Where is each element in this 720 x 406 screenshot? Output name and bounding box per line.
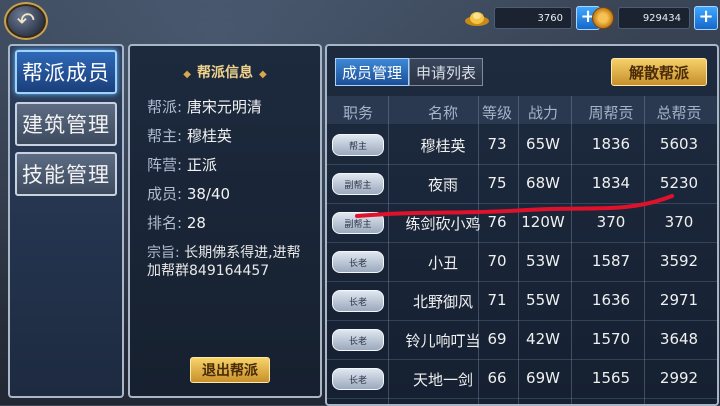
member-total-contribution: 3648: [659, 330, 699, 348]
member-weekly-contribution: 370: [596, 213, 626, 231]
guild-info-panel: ◆ 帮派信息 ◆ 帮派: 唐宋元明清 帮主: 穆桂英 阵营: 正派 成员: 38/4…: [128, 44, 322, 398]
guild-info-title: ◆ 帮派信息 ◆: [183, 65, 267, 81]
guild-faction-row: 阵营: 正派: [147, 156, 217, 174]
member-total-contribution: 3592: [659, 252, 699, 270]
gold-amount: 3760: [494, 7, 572, 29]
role-badge[interactable]: 副帮主: [332, 212, 384, 234]
table-row[interactable]: 副帮主 练剑砍小鸡 76 120W 370 370: [327, 204, 717, 243]
header-total-contribution: 总帮贡: [656, 104, 702, 122]
exit-guild-button[interactable]: 退出帮派: [190, 357, 270, 383]
table-header: 职务 名称 等级 战力 周帮贡 总帮贡: [327, 96, 717, 124]
role-badge[interactable]: 长老: [332, 251, 384, 273]
member-level: 73: [487, 135, 507, 153]
member-panel: 成员管理 申请列表 解散帮派 职务 名称 等级 战力 周帮贡 总帮贡 帮主 穆桂英…: [325, 44, 719, 406]
table-row[interactable]: 帮主 穆桂英 73 65W 1836 5603: [327, 126, 717, 165]
member-total-contribution: 2971: [659, 291, 699, 309]
member-weekly-contribution: 1570: [591, 330, 631, 348]
header-role: 职务: [342, 104, 373, 122]
member-level: 71: [487, 291, 507, 309]
member-power: 68W: [526, 174, 560, 192]
member-total-contribution: 370: [664, 213, 694, 231]
guild-menu: 帮派成员 建筑管理 技能管理: [8, 44, 124, 398]
member-level: 70: [487, 252, 507, 270]
member-total-contribution: 5603: [659, 135, 699, 153]
table-row[interactable]: 长老 小丑 70 53W 1587 3592: [327, 243, 717, 282]
copper-amount: 929434: [618, 7, 690, 29]
gold-currency: 3760 +: [464, 6, 600, 30]
copper-coin-icon: [592, 7, 614, 29]
header-power: 战力: [527, 104, 558, 122]
member-level: 76: [487, 213, 507, 231]
header-level: 等级: [481, 104, 512, 122]
header-weekly-contribution: 周帮贡: [588, 104, 634, 122]
guild-rank-row: 排名: 28: [147, 214, 206, 232]
member-power: 53W: [526, 252, 560, 270]
tab-member-management[interactable]: 成员管理: [335, 58, 410, 86]
member-level: 66: [487, 369, 507, 387]
member-total-contribution: 2992: [659, 369, 699, 387]
gold-ingot-icon: [465, 12, 489, 26]
table-row[interactable]: 副帮主 夜雨 75 68W 1834 5230: [327, 165, 717, 204]
member-total-contribution: 5230: [659, 174, 699, 192]
member-tabs: 成员管理 申请列表: [335, 58, 484, 86]
member-weekly-contribution: 1565: [591, 369, 631, 387]
member-power: 55W: [526, 291, 560, 309]
menu-building-management[interactable]: 建筑管理: [15, 102, 117, 146]
role-badge[interactable]: 副帮主: [332, 173, 384, 195]
table-row[interactable]: 长老 铃儿响叮当 69 42W 1570 3648: [327, 321, 717, 360]
diamond-icon: ◆: [183, 69, 191, 80]
member-level: 69: [487, 330, 507, 348]
guild-name-row: 帮派: 唐宋元明清: [147, 98, 262, 116]
member-weekly-contribution: 1636: [591, 291, 631, 309]
guild-members-row: 成员: 38/40: [147, 185, 231, 203]
copper-currency: 929434 +: [592, 6, 718, 30]
member-power: 65W: [526, 135, 560, 153]
member-level: 75: [487, 174, 507, 192]
guild-motto: 宗旨: 长期佛系得进,进帮加帮群849164457: [147, 245, 301, 279]
dissolve-guild-button[interactable]: 解散帮派: [611, 58, 707, 86]
member-weekly-contribution: 1834: [591, 174, 631, 192]
table-row[interactable]: 长老 天地一剑 66 69W 1565 2992: [327, 360, 717, 399]
role-badge[interactable]: 长老: [332, 368, 384, 390]
member-power: 69W: [526, 369, 560, 387]
tab-application-list[interactable]: 申请列表: [409, 58, 484, 86]
table-row[interactable]: 长老 北野御风 71 55W 1636 2971: [327, 282, 717, 321]
role-badge[interactable]: 帮主: [332, 134, 384, 156]
role-badge[interactable]: 长老: [332, 329, 384, 351]
member-power: 42W: [526, 330, 560, 348]
role-badge[interactable]: 长老: [332, 290, 384, 312]
back-button[interactable]: ↶: [4, 2, 48, 40]
member-power: 120W: [521, 213, 565, 231]
menu-skill-management[interactable]: 技能管理: [15, 152, 117, 196]
member-weekly-contribution: 1587: [591, 252, 631, 270]
diamond-icon: ◆: [259, 69, 267, 80]
add-copper-button[interactable]: +: [694, 6, 718, 30]
guild-leader-row: 帮主: 穆桂英: [147, 127, 232, 145]
menu-guild-members[interactable]: 帮派成员: [15, 50, 117, 94]
member-weekly-contribution: 1836: [591, 135, 631, 153]
back-arrow-icon: ↶: [16, 8, 36, 34]
